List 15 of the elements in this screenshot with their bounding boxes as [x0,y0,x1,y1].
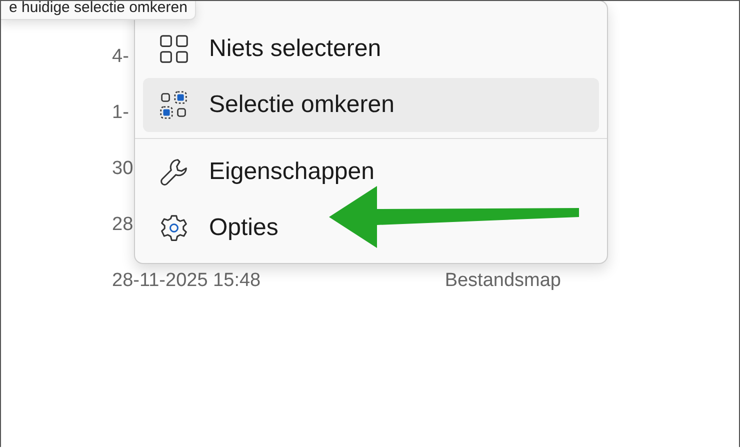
menu-item[interactable]: Opties [143,201,599,255]
date-text: 28 [112,214,134,236]
date-text: 30 [112,158,134,180]
invert-selection-icon [159,90,189,120]
menu-item[interactable]: Niets selecteren [143,22,599,76]
date-text: 28-11-2025 15:48 [112,270,261,292]
select-none-icon [159,34,189,64]
date-text: 4- [112,46,129,68]
wrench-icon [159,157,189,187]
menu-item[interactable]: Eigenschappen [143,145,599,199]
tooltip: e huidige selectie omkeren [1,1,196,20]
type-text: Bestandsmap [444,270,561,292]
menu-item[interactable]: Selectie omkeren [143,78,599,132]
settings-icon [159,213,189,243]
date-text: 1- [112,102,129,124]
